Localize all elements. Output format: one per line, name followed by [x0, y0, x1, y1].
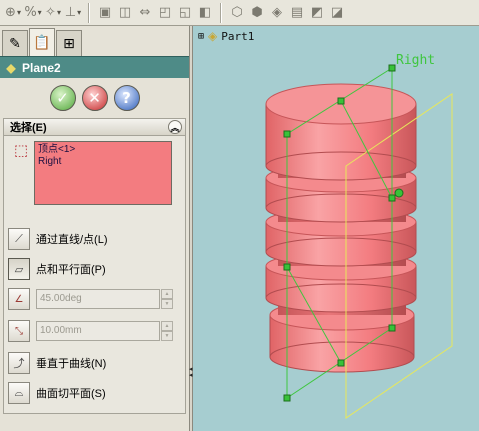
- collapse-icon[interactable]: ︽: [168, 120, 182, 134]
- plane-handle[interactable]: [388, 324, 396, 332]
- option-label: 通过直线/点(L): [36, 234, 108, 246]
- parallel-plane-icon: ▱: [8, 258, 30, 280]
- model-view: Right: [265, 53, 453, 419]
- section-view-icon[interactable]: ▤: [287, 3, 307, 23]
- configuration-manager-tab[interactable]: ⊞: [56, 30, 82, 56]
- wireframe-icon[interactable]: ⬢: [247, 3, 267, 23]
- feature-tree-flyout[interactable]: ⊞ ◈ Part1: [198, 29, 254, 43]
- view-top-icon[interactable]: ◱: [175, 3, 195, 23]
- action-buttons: ✓ ✕ ?: [0, 78, 189, 118]
- part-icon: ◈: [208, 29, 218, 43]
- configuration-icon: ⊞: [63, 35, 75, 52]
- plane-handle[interactable]: [337, 359, 345, 367]
- normal-to-curve-option[interactable]: ⤴ 垂直于曲线(N): [8, 352, 106, 374]
- view-back-icon[interactable]: ◫: [115, 3, 135, 23]
- view-left-icon[interactable]: ⇔: [135, 3, 155, 23]
- spin-down-icon[interactable]: ▼: [161, 299, 173, 309]
- selection-item[interactable]: 顶点<1>: [38, 144, 168, 156]
- feature-manager-tab[interactable]: ✎: [2, 30, 28, 56]
- spin-up-icon[interactable]: ▲: [161, 321, 173, 331]
- offset-option: ⤡ 10.00mm ▲ ▼: [8, 320, 173, 342]
- close-icon: ✕: [88, 89, 101, 107]
- plane-handle[interactable]: [283, 130, 291, 138]
- option-label: 垂直于曲线(N): [36, 358, 107, 370]
- manager-tabs: ✎ 📋 ⊞: [0, 26, 189, 56]
- point-parallel-plane-option[interactable]: ▱ 点和平行面(P): [8, 258, 106, 280]
- rotate-view-icon[interactable]: ✧: [43, 3, 63, 23]
- question-icon: ?: [122, 89, 131, 107]
- option-label: 点和平行面(P): [36, 264, 106, 276]
- plane-handle[interactable]: [337, 97, 345, 105]
- selection-section: ⬚ 顶点<1> Right ⟋ 通过直线/点(L) ▱ 点和平行面(P) ∠ 4…: [3, 136, 186, 414]
- feature-title-bar: ◆ Plane2: [0, 56, 189, 78]
- angle-option: ∠ 45.00deg ▲ ▼: [8, 288, 173, 310]
- view-right-icon[interactable]: ◰: [155, 3, 175, 23]
- selected-vertex-marker[interactable]: [394, 188, 404, 198]
- offset-distance-icon[interactable]: ⤡: [8, 320, 30, 342]
- plane-handle[interactable]: [388, 64, 396, 72]
- plane-handle[interactable]: [388, 194, 396, 202]
- view-orientation-icon[interactable]: ⊕: [3, 3, 23, 23]
- selection-item[interactable]: Right: [38, 156, 168, 168]
- collapse-panel-icon[interactable]: ◂ ◂: [189, 366, 193, 379]
- perspective-icon[interactable]: ◈: [267, 3, 287, 23]
- cube-icon: ⬚: [13, 141, 29, 159]
- toolbar-separator: [220, 2, 222, 23]
- selection-row: ⬚ 顶点<1> Right: [8, 141, 172, 205]
- feature-title: Plane2: [22, 60, 61, 75]
- property-manager-tab[interactable]: 📋: [29, 28, 55, 56]
- display-style-icon[interactable]: ◪: [327, 3, 347, 23]
- view-front-icon[interactable]: ▣: [95, 3, 115, 23]
- line-point-icon: ⟋: [8, 228, 30, 250]
- through-lines-points-option[interactable]: ⟋ 通过直线/点(L): [8, 228, 108, 250]
- selection-section-header[interactable]: 选择(E) ︽: [3, 118, 186, 136]
- spin-up-icon[interactable]: ▲: [161, 289, 173, 299]
- axis-display-icon[interactable]: ⊥: [63, 3, 83, 23]
- option-label: 曲面切平面(S): [36, 388, 106, 400]
- angle-input[interactable]: 45.00deg: [36, 289, 160, 309]
- plane-icon: ◆: [6, 60, 16, 75]
- ok-button[interactable]: ✓: [49, 85, 76, 111]
- tree-root-label[interactable]: Part1: [221, 30, 254, 43]
- section-title: 选择(E): [10, 122, 47, 134]
- toolbar-separator: [88, 2, 90, 23]
- surface-tangent-icon: ⌓: [8, 382, 30, 404]
- plane-label: Right: [396, 53, 435, 68]
- plane-handle[interactable]: [283, 394, 291, 402]
- plane-handle[interactable]: [283, 263, 291, 271]
- normal-curve-icon: ⤴: [8, 352, 30, 374]
- spin-down-icon[interactable]: ▼: [161, 331, 173, 341]
- expand-icon[interactable]: ⊞: [198, 31, 204, 42]
- check-icon: ✓: [56, 89, 69, 107]
- view-toolbar: ⊕ % ✧ ⊥ ▣ ◫ ⇔ ◰ ◱ ◧ ⬡ ⬢ ◈ ▤ ◩ ◪: [0, 0, 479, 26]
- percent-zoom-icon[interactable]: %: [23, 3, 43, 23]
- clipboard-icon: 📋: [33, 34, 51, 51]
- cancel-button[interactable]: ✕: [81, 85, 108, 111]
- offset-input[interactable]: 10.00mm: [36, 321, 160, 341]
- angle-icon[interactable]: ∠: [8, 288, 30, 310]
- on-surface-option[interactable]: ⌓ 曲面切平面(S): [8, 382, 106, 404]
- angle-spinner[interactable]: ▲ ▼: [161, 289, 173, 309]
- graphics-area[interactable]: Right ⊞ ◈ Part1: [194, 26, 479, 431]
- shaded-icon[interactable]: ◧: [195, 3, 215, 23]
- edges-icon[interactable]: ◩: [307, 3, 327, 23]
- feature-tree-icon: ✎: [9, 35, 21, 52]
- offset-spinner[interactable]: ▲ ▼: [161, 321, 173, 341]
- selection-list[interactable]: 顶点<1> Right: [34, 141, 172, 205]
- help-button[interactable]: ?: [113, 85, 140, 111]
- property-manager: ✎ 📋 ⊞ ◆ Plane2 ✓ ✕ ? 选择(E) ︽ ⬚ 顶点<1> Rig…: [0, 26, 190, 431]
- hidden-lines-icon[interactable]: ⬡: [227, 3, 247, 23]
